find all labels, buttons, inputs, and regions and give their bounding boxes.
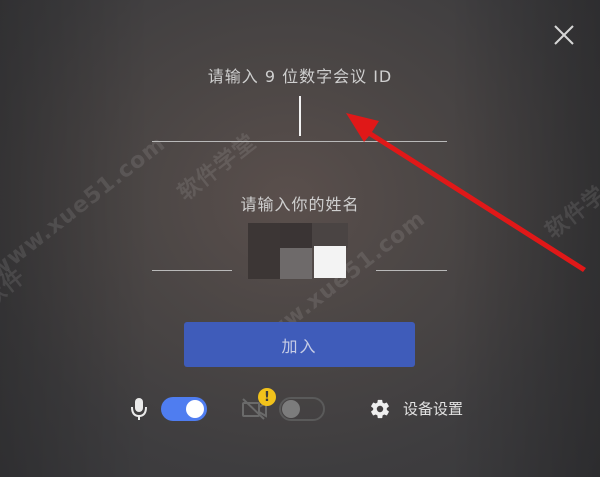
text-caret xyxy=(299,96,301,136)
avatar xyxy=(248,223,348,279)
camera-toggle[interactable] xyxy=(279,397,325,421)
watermark: www.xue51.com xyxy=(0,131,171,284)
meeting-id-label: 请输入 9 位数字会议 ID xyxy=(207,67,393,86)
watermark: 软件学 xyxy=(541,181,600,245)
join-button[interactable]: 加入 xyxy=(184,322,415,367)
toggle-knob xyxy=(186,400,204,418)
name-label: 请输入你的姓名 xyxy=(240,195,360,214)
gear-icon[interactable] xyxy=(369,398,391,424)
meeting-id-underline xyxy=(152,141,447,142)
watermark: 软件 xyxy=(0,263,31,312)
toggle-knob xyxy=(282,400,300,418)
close-icon[interactable] xyxy=(553,24,575,46)
warning-icon: ! xyxy=(258,388,276,406)
device-settings-link[interactable]: 设备设置 xyxy=(403,398,463,419)
microphone-icon xyxy=(131,397,147,425)
microphone-toggle[interactable] xyxy=(161,397,207,421)
